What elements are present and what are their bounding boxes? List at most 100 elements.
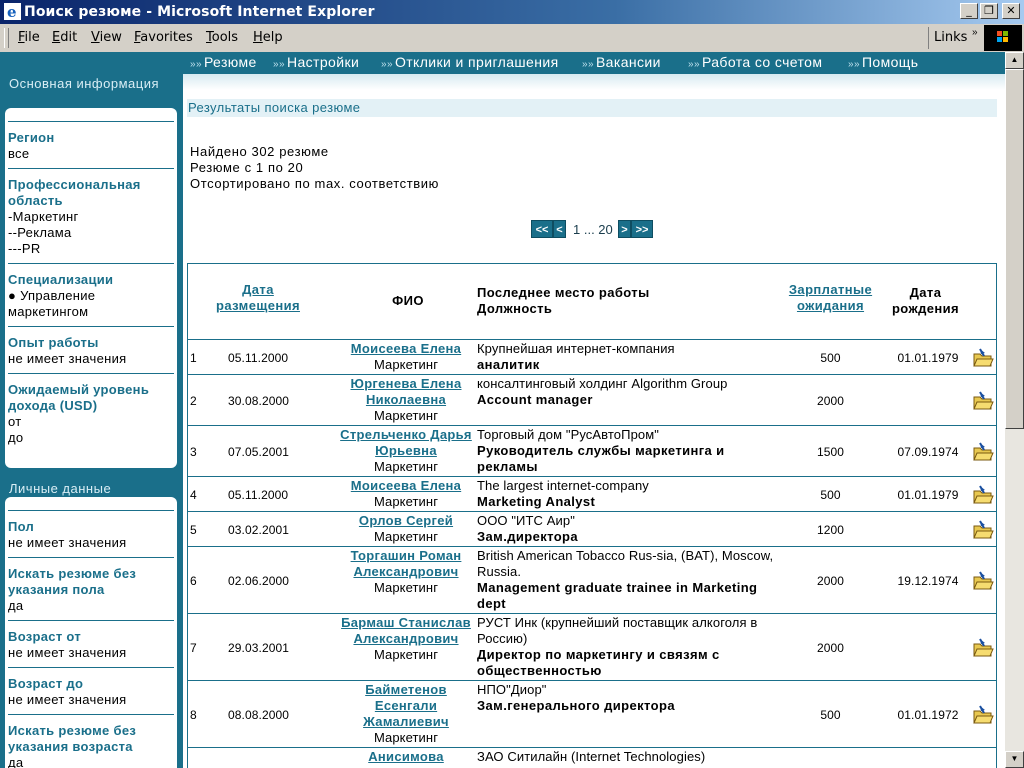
row-date: 29.03.2001 <box>228 641 290 655</box>
sidebar-filter-personal_blocks-2: Возраст от не имеет значения <box>8 629 174 661</box>
last-position: аналитик <box>477 357 540 372</box>
row-number: 4 <box>190 488 197 502</box>
row-salary: 1200 <box>816 523 845 537</box>
row-date: 30.08.2000 <box>228 394 290 408</box>
last-company: British American Tobacco Rus-sia, (BAT),… <box>477 548 774 579</box>
pager-next-button[interactable]: > <box>618 220 631 238</box>
pager-prev-button[interactable]: < <box>553 220 566 238</box>
last-company: ЗАО Ситилайн (Internet Technologies) <box>477 749 706 764</box>
menu-view[interactable]: View <box>91 30 122 45</box>
scroll-up-button[interactable]: ▲ <box>1005 52 1024 69</box>
candidate-name-link[interactable]: Байметенов Есенгали Жамалиевич <box>336 682 476 730</box>
candidate-area: Маркетинг <box>373 529 439 544</box>
menu-favorites[interactable]: Favorites <box>134 30 193 45</box>
candidate-name-link[interactable]: Стрельченко Дарья Юрьевна <box>336 427 476 459</box>
nav-item-2[interactable]: »» Отклики и приглашения <box>381 54 559 70</box>
header-date-link[interactable]: Дата размещения <box>216 282 300 313</box>
row-fio: Юргенева Елена Николаевна Маркетинг <box>336 376 476 424</box>
header-salary-link[interactable]: Зарплатные ожидания <box>789 282 872 313</box>
menu-help[interactable]: Help <box>253 30 283 45</box>
last-position: Management graduate trainee in Marketing… <box>477 580 758 611</box>
nav-item-label: Вакансии <box>595 54 661 70</box>
candidate-name-link[interactable]: Юргенева Елена Николаевна <box>336 376 476 408</box>
row-fio: Стрельченко Дарья Юрьевна Маркетинг <box>336 427 476 475</box>
open-folder-icon[interactable] <box>972 485 994 505</box>
open-folder-icon[interactable] <box>972 391 994 411</box>
top-navigation: »» Резюме »» Настройки »» Отклики и приглашен… <box>183 52 1005 74</box>
nav-item-0[interactable]: »» Резюме <box>190 54 257 70</box>
row-work: Крупнейшая интернет-компания аналитик <box>477 341 777 373</box>
filter-value: не имеет значения <box>8 535 127 550</box>
sidebar-separator <box>8 168 174 169</box>
close-button[interactable]: ✕ <box>1002 3 1020 19</box>
candidate-name-link[interactable]: Анисимова <box>336 749 476 765</box>
header-fio: ФИО <box>392 293 424 308</box>
row-work: НПО"Диор" Зам.генерального директора <box>477 682 777 714</box>
row-date: 05.11.2000 <box>228 488 289 502</box>
double-arrow-icon: »» <box>381 59 393 70</box>
open-folder-icon[interactable] <box>972 638 994 658</box>
vertical-scrollbar[interactable]: ▲ ▼ <box>1005 52 1024 768</box>
open-folder-icon[interactable] <box>972 348 994 368</box>
toolbar-grip[interactable] <box>4 28 9 48</box>
row-number: 7 <box>190 641 197 655</box>
scroll-thumb[interactable] <box>1005 69 1024 429</box>
row-number: 8 <box>190 708 197 722</box>
nav-item-3[interactable]: »» Вакансии <box>582 54 661 70</box>
header-salary[interactable]: Зарплатные ожидания <box>778 282 883 314</box>
row-work: The largest internet-company Marketing An… <box>477 478 777 510</box>
row-work: консалтинговый холдинг Algorithm Group Ac… <box>477 376 777 408</box>
sidebar-filter-personal_blocks-4: Искать резюме без указания возраста да <box>8 723 174 768</box>
page-viewport: Основная информация Регион все Профессиона… <box>0 52 1005 768</box>
open-folder-icon[interactable] <box>972 520 994 540</box>
minimize-button[interactable]: _ <box>960 3 978 19</box>
pager-first-button[interactable]: << <box>531 220 553 238</box>
menu-tools[interactable]: Tools <box>206 30 238 45</box>
results-title-bar: Результаты поиска резюме <box>187 99 997 117</box>
last-company: консалтинговый холдинг Algorithm Group <box>477 376 728 391</box>
results-title: Результаты поиска резюме <box>188 100 361 115</box>
candidate-area: Маркетинг <box>373 408 439 423</box>
filter-label: Искать резюме без указания пола <box>8 566 137 597</box>
candidate-name-link[interactable]: Моисеева Елена <box>336 341 476 357</box>
pager-pages[interactable]: 1 ... 20 <box>573 222 613 237</box>
row-birth-date: 19.12.1974 <box>897 574 959 588</box>
header-date[interactable]: Дата размещения <box>203 282 313 314</box>
window-title-bar: e Поиск резюме - Microsoft Internet Expl… <box>0 0 1024 24</box>
sidebar-filter-main_blocks-2: Специализации ● Управление маркетингом <box>8 272 174 320</box>
open-folder-icon[interactable] <box>972 705 994 725</box>
table-row: 2 30.08.2000 Юргенева Елена Николаевна Марк… <box>188 374 996 426</box>
row-date: 07.05.2001 <box>228 445 290 459</box>
open-folder-icon[interactable] <box>972 442 994 462</box>
nav-item-4[interactable]: »» Работа со счетом <box>688 54 822 70</box>
last-company: Торговый дом "РусАвтоПром" <box>477 427 659 442</box>
chevron-right-icon[interactable]: » <box>972 27 978 38</box>
menu-file[interactable]: File <box>18 30 40 45</box>
open-folder-icon[interactable] <box>972 571 994 591</box>
last-position: Зам.директора <box>477 529 579 544</box>
last-position: Зам.генерального директора <box>477 698 675 713</box>
filter-value: не имеет значения <box>8 692 127 707</box>
row-salary: 500 <box>820 708 841 722</box>
scroll-down-button[interactable]: ▼ <box>1005 751 1024 768</box>
sidebar-filter-main_blocks-0: Регион все <box>8 130 174 162</box>
results-table: Дата размещения ФИО Последнее место рабо… <box>187 263 997 768</box>
pager-last-button[interactable]: >> <box>631 220 653 238</box>
candidate-name-link[interactable]: Моисеева Елена <box>336 478 476 494</box>
candidate-name-link[interactable]: Торгашин Роман Александрович <box>336 548 476 580</box>
last-position: Директор по маркетингу и связям с общест… <box>477 647 720 678</box>
nav-item-1[interactable]: »» Настройки <box>273 54 359 70</box>
sidebar-separator <box>8 714 174 715</box>
menu-edit[interactable]: Edit <box>52 30 77 45</box>
links-button[interactable]: Links <box>934 30 967 45</box>
row-work: British American Tobacco Rus-sia, (BAT),… <box>477 548 777 612</box>
last-company: The largest internet-company <box>477 478 649 493</box>
row-fio: Моисеева Елена Маркетинг <box>336 341 476 373</box>
table-row: 6 02.06.2000 Торгашин Роман Александрович М… <box>188 546 996 614</box>
restore-button[interactable]: ❐ <box>980 3 998 19</box>
candidate-name-link[interactable]: Бармаш Станислав Александрович <box>336 615 476 647</box>
nav-item-5[interactable]: »» Помощь <box>848 54 918 70</box>
row-salary: 2000 <box>816 394 845 408</box>
candidate-area: Маркетинг <box>373 459 439 474</box>
candidate-name-link[interactable]: Орлов Сергей <box>336 513 476 529</box>
